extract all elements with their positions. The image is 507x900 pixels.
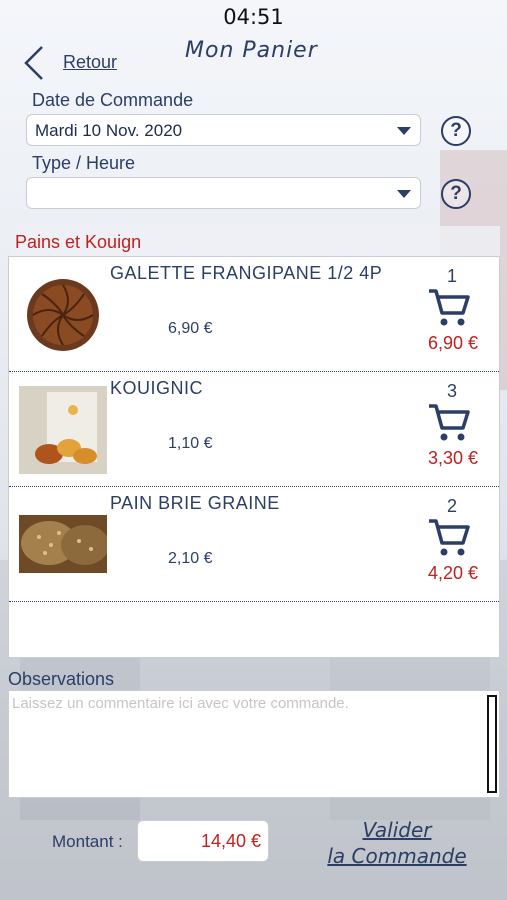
observations-label: Observations <box>8 669 115 689</box>
back-link[interactable]: Retour <box>63 52 117 73</box>
observations-textarea[interactable]: Laissez un commentaire ici avec votre co… <box>8 690 500 798</box>
quantity: 2 <box>447 496 458 516</box>
cart-icon[interactable] <box>427 515 471 559</box>
galette-image <box>27 279 99 351</box>
date-help-icon[interactable]: ? <box>441 116 471 146</box>
caret-down-icon <box>397 190 411 198</box>
validate-line-1: Valider <box>362 818 432 842</box>
status-time: 04:51 <box>223 5 284 29</box>
type-label: Type / Heure <box>32 153 136 173</box>
caret-down-icon <box>397 127 411 135</box>
line-total: 3,30 € <box>428 448 479 468</box>
quantity: 3 <box>447 381 458 401</box>
date-select-value: Mardi 10 Nov. 2020 <box>35 121 183 140</box>
date-label: Date de Commande <box>32 90 194 110</box>
unit-price: 2,10 € <box>168 550 213 567</box>
pain-brie-image <box>19 515 107 573</box>
line-total: 4,20 € <box>428 563 479 583</box>
cart-icon[interactable] <box>427 285 471 329</box>
product-name: KOUIGNIC <box>110 378 204 398</box>
cart-row[interactable]: PAIN BRIE GRAINE 2,10 € 2 4,20 € <box>9 487 499 602</box>
cart-row[interactable]: GALETTE FRANGIPANE 1/2 4P 6,90 € 1 6,90 … <box>9 257 499 372</box>
observations-placeholder: Laissez un commentaire ici avec votre co… <box>12 695 349 712</box>
observations-scrollbar[interactable] <box>487 695 497 793</box>
section-header: Pains et Kouign <box>10 226 500 256</box>
unit-price: 6,90 € <box>168 320 213 337</box>
type-help-icon[interactable]: ? <box>441 179 471 209</box>
date-select[interactable]: Mardi 10 Nov. 2020 <box>26 114 421 146</box>
type-select[interactable] <box>26 177 421 209</box>
status-bar: 04:51 <box>0 0 507 34</box>
cart-row[interactable]: KOUIGNIC 1,10 € 3 3,30 € <box>9 372 499 487</box>
line-total: 6,90 € <box>428 333 479 353</box>
section-title: Pains et Kouign <box>15 232 142 252</box>
page-title: Mon Panier <box>185 38 318 63</box>
cart-list: GALETTE FRANGIPANE 1/2 4P 6,90 € 1 6,90 … <box>8 256 500 658</box>
validate-line-2: la Commande <box>327 844 467 868</box>
kouignic-image <box>19 386 107 474</box>
chevron-left-icon[interactable] <box>22 44 46 82</box>
total-value: 14,40 € <box>137 820 269 862</box>
cart-icon[interactable] <box>427 400 471 444</box>
unit-price: 1,10 € <box>168 435 213 452</box>
product-name: PAIN BRIE GRAINE <box>110 493 280 513</box>
total-label: Montant : <box>52 832 123 851</box>
quantity: 1 <box>447 266 458 286</box>
validate-order-button[interactable]: Valider la Commande <box>312 817 482 869</box>
product-name: GALETTE FRANGIPANE 1/2 4P <box>110 263 383 283</box>
